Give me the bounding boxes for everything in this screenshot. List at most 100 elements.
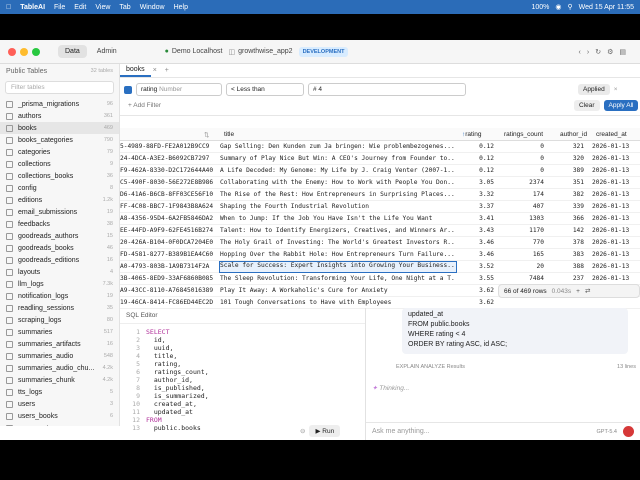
sidebar-item-summaries-artifacts[interactable]: summaries_artifacts 16 — [0, 338, 119, 350]
cell-id[interactable]: F9-462A-8330-D2C172644A40 — [120, 167, 218, 174]
cell-aid[interactable]: 389 — [548, 167, 584, 174]
cell-rating[interactable]: 3.52 — [460, 263, 494, 270]
cell-rc[interactable]: 7484 — [496, 275, 544, 282]
cell-id[interactable]: A9-43CC-8110-A76845016389 — [120, 287, 218, 294]
sidebar-item-layouts[interactable]: layouts 4 — [0, 266, 119, 278]
tab-books[interactable]: books — [120, 64, 151, 77]
sidebar-item-books-categories[interactable]: books_categories 790 — [0, 134, 119, 146]
sidebar-item-scraping-logs[interactable]: scraping_logs 80 — [0, 314, 119, 326]
table-row[interactable]: EE-44FD-A9F9-62FE4516B274 Talent: How to … — [120, 225, 640, 237]
cell-ca[interactable]: 2026-01-13 — [592, 155, 640, 162]
table-row[interactable]: 5-4989-88FD-FE2A012B9CC9 Gap Selling: Den… — [120, 141, 640, 153]
sidebar-item-authors[interactable]: authors 361 — [0, 110, 119, 122]
sidebar-item--prisma-migrations[interactable]: _prisma_migrations 96 — [0, 98, 119, 110]
add-filter-button[interactable]: + Add Filter — [128, 102, 161, 109]
cell-ca[interactable]: 2026-01-13 — [592, 167, 640, 174]
cell-rc[interactable]: 2374 — [496, 179, 544, 186]
cell-title[interactable]: Collaborating with the Enemy: How to Wor… — [220, 179, 456, 186]
cell-title[interactable]: The Rise of the Rest: How Entrepreneurs … — [220, 191, 456, 198]
cell-id[interactable]: C5-490F-8030-56E272E8B986 — [120, 179, 218, 186]
cell-id[interactable]: A0-4793-803B-1A9B7314F2A — [120, 263, 218, 270]
table-row[interactable]: D6-41A6-B6CB-8FF03CE56F10 The Rise of the… — [120, 189, 640, 201]
cell-rc[interactable]: 0 — [496, 143, 544, 150]
cell-rating[interactable]: 3.46 — [460, 251, 494, 258]
cell-aid[interactable]: 366 — [548, 215, 584, 222]
tab-close-icon[interactable]: × — [153, 67, 157, 74]
cell-id[interactable]: 3B-4065-8ED9-33AF6860B085 — [120, 275, 218, 282]
cell-id[interactable]: D6-41A6-B6CB-8FF03CE56F10 — [120, 191, 218, 198]
cell-id[interactable]: 19-46CA-8414-FC86ED44EC2D — [120, 299, 218, 306]
cell-rc[interactable]: 165 — [496, 251, 544, 258]
cell-aid[interactable]: 383 — [548, 251, 584, 258]
menu-window[interactable]: Window — [140, 4, 165, 11]
sidebar-item-email-submissions[interactable]: email_submissions 19 — [0, 206, 119, 218]
cell-ca[interactable]: 2026-01-13 — [592, 275, 640, 282]
cell-id[interactable]: 20-426A-B104-0F0DCA7204E0 — [120, 239, 218, 246]
cell-rating[interactable]: 3.43 — [460, 227, 494, 234]
refresh-icon[interactable]: ↻ — [595, 49, 607, 56]
sidebar-item-users-category[interactable]: users_category — [0, 422, 119, 426]
cell-rating[interactable]: 0.12 — [460, 143, 494, 150]
clear-button[interactable]: Clear — [574, 100, 600, 111]
sidebar-item-users-books[interactable]: users_books 6 — [0, 410, 119, 422]
sidebar-item-summaries-audio[interactable]: summaries_audio 548 — [0, 350, 119, 362]
cell-ca[interactable]: 2026-01-13 — [592, 263, 640, 270]
sidebar-item-collections-books[interactable]: collections_books 36 — [0, 170, 119, 182]
cell-title[interactable]: Summary of Play Nice But Win: A CEO's Jo… — [220, 155, 456, 162]
apple-icon[interactable]:  — [6, 4, 11, 11]
layout-icon[interactable]: ▤ — [619, 49, 632, 56]
cell-ca[interactable]: 2026-01-13 — [592, 191, 640, 198]
table-row[interactable]: FD-4581-8277-B389B1EA4C60 Hopping Over th… — [120, 249, 640, 261]
cell-rc[interactable]: 174 — [496, 191, 544, 198]
cell-title[interactable]: Scale for Success: Expert Insights into … — [219, 261, 457, 273]
cell-aid[interactable]: 320 — [548, 155, 584, 162]
cell-title[interactable]: A Life Decoded: My Genome: My Life by J.… — [220, 167, 456, 174]
cell-rating[interactable]: 3.62 — [460, 299, 494, 306]
cell-aid[interactable]: 237 — [548, 275, 584, 282]
sidebar-item-users[interactable]: users 3 — [0, 398, 119, 410]
col-rating[interactable]: ↑rating — [462, 131, 482, 138]
ai-chat-input[interactable]: Ask me anything... — [372, 428, 430, 435]
cell-rating[interactable]: 3.46 — [460, 239, 494, 246]
cell-rating[interactable]: 0.12 — [460, 167, 494, 174]
sidebar-item-summaries[interactable]: summaries 517 — [0, 326, 119, 338]
sort-icon[interactable]: ⇅ — [204, 131, 209, 139]
forward-icon[interactable]: › — [587, 49, 595, 56]
sidebar-item-llm-logs[interactable]: llm_logs 7.3k — [0, 278, 119, 290]
cell-title[interactable]: Gap Selling: Den Kunden zum Ja bringen: … — [220, 143, 456, 150]
remove-filter-icon[interactable]: × — [614, 86, 618, 93]
cell-aid[interactable]: 142 — [548, 227, 584, 234]
cell-id[interactable]: FD-4581-8277-B389B1EA4C60 — [120, 251, 218, 258]
format-icon[interactable]: ⊖ — [300, 427, 305, 435]
table-row[interactable]: FF-4C08-BBC7-1F9843B8A624 Shaping the Fou… — [120, 201, 640, 213]
cell-id[interactable]: FF-4C08-BBC7-1F9843B8A624 — [120, 203, 218, 210]
cell-ca[interactable]: 2026-01-13 — [592, 227, 640, 234]
cell-rating[interactable]: 3.37 — [460, 203, 494, 210]
menu-edit[interactable]: Edit — [74, 4, 86, 11]
menu-view[interactable]: View — [95, 4, 110, 11]
sidebar-item-config[interactable]: config 8 — [0, 182, 119, 194]
cell-rc[interactable]: 1170 — [496, 227, 544, 234]
sidebar-item-goodreads-books[interactable]: goodreads_books 46 — [0, 242, 119, 254]
table-row[interactable]: A8-4356-95D4-6A2FB5846DA2 When to Jump: I… — [120, 213, 640, 225]
sidebar-item-books[interactable]: books 469 — [0, 122, 119, 134]
cell-aid[interactable]: 339 — [548, 203, 584, 210]
cell-title[interactable]: The Sleep Revolution: Transforming Your … — [220, 275, 456, 282]
col-created-at[interactable]: created_at — [596, 131, 627, 138]
app-menu[interactable]: TableAI — [20, 4, 45, 11]
connection-name[interactable]: Demo Localhost — [172, 48, 223, 55]
cell-id[interactable]: A8-4356-95D4-6A2FB5846DA2 — [120, 215, 218, 222]
cell-rating[interactable]: 3.62 — [460, 287, 494, 294]
cell-id[interactable]: 24-4DCA-A3E2-B6092CB7297 — [120, 155, 218, 162]
menu-help[interactable]: Help — [174, 4, 188, 11]
back-icon[interactable]: ‹ — [579, 49, 587, 56]
cell-title[interactable]: Hopping Over the Rabbit Hole: How Entrep… — [220, 251, 456, 258]
col-author-id[interactable]: author_id — [560, 131, 587, 138]
cell-id[interactable]: EE-44FD-A9F9-62FE4516B274 — [120, 227, 218, 234]
sidebar-item-summaries-audio-chu-[interactable]: summaries_audio_chu... 4.2k — [0, 362, 119, 374]
cell-rating[interactable]: 3.41 — [460, 215, 494, 222]
table-row[interactable]: 24-4DCA-A3E2-B6092CB7297 Summary of Play … — [120, 153, 640, 165]
filter-value-input[interactable]: # 4 — [308, 83, 466, 96]
cell-aid[interactable]: 388 — [548, 263, 584, 270]
data-tab[interactable]: Data — [58, 45, 87, 58]
